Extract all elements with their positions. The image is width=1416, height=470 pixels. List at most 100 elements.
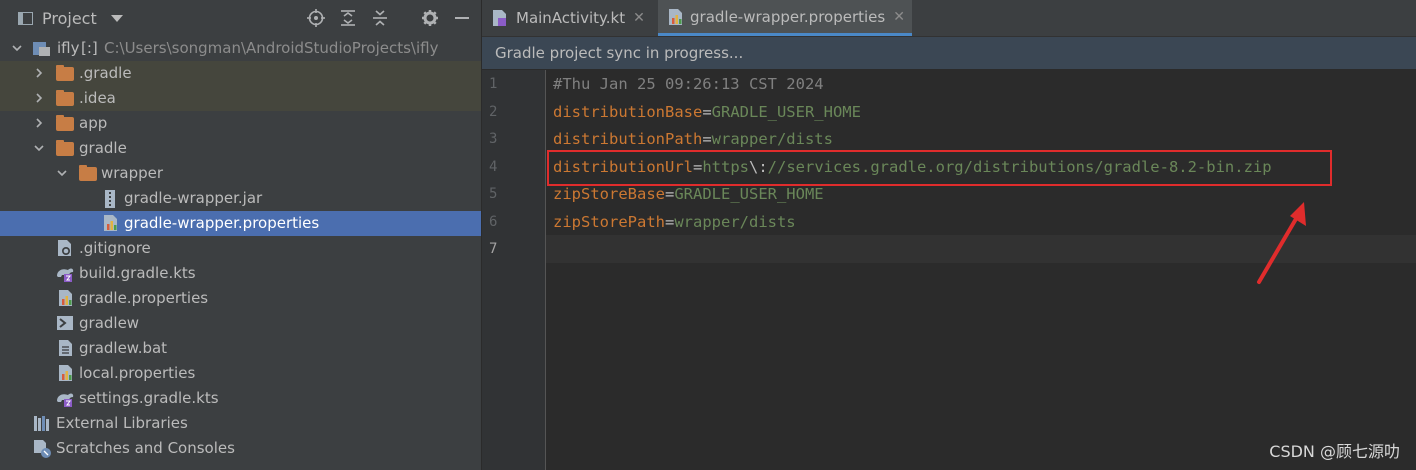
highlight-box [547,150,1332,186]
line-number: 7 [489,241,498,257]
chevron-right-icon[interactable] [34,68,44,78]
tree-item-app[interactable]: app [0,111,481,136]
tree-item-label: local.properties [79,364,196,382]
collapse-all-icon[interactable] [371,9,389,27]
tree-item-gradle[interactable]: gradle [0,136,481,161]
tree-item-label: gradlew [79,314,140,332]
comment: #Thu Jan 25 09:26:13 CST 2024 [553,75,824,93]
code-line: distributionBase=GRADLE_USER_HOME [553,103,861,121]
tree-item-label: .gitignore [79,239,151,257]
project-panel-title: Project [42,9,97,28]
tab-gradle-wrapper-properties[interactable]: gradle-wrapper.properties ✕ [658,0,912,36]
property-value: wrapper/dists [711,130,833,148]
editor-tab-bar: MainActivity.kt ✕ gradle-wrapper.propert… [482,0,1416,37]
tree-item-gitignore[interactable]: .gitignore [0,236,481,261]
folder-icon [79,165,97,181]
tab-label: gradle-wrapper.properties [690,7,886,26]
tree-item-label: .idea [79,89,116,107]
chevron-down-icon[interactable] [12,43,22,53]
line-number: 6 [489,214,498,230]
tree-item-scratches-and-consoles[interactable]: Scratches and Consoles [0,436,481,461]
watermark: CSDN @顾七源叻 [1269,442,1400,461]
gradle-kts-icon [57,393,74,407]
module-marker: [:] [81,39,98,57]
chevron-down-icon [110,15,123,22]
property-value: wrapper/dists [674,213,796,231]
line-number: 4 [489,159,498,175]
text-file-icon [59,340,72,356]
libraries-icon [34,416,49,431]
project-panel: Project ifly [:] C:\Users\songman\Androi… [0,0,481,470]
code-line: zipStorePath=wrapper/dists [553,213,796,231]
tree-item-external-libraries[interactable]: External Libraries [0,411,481,436]
tree-item-label: wrapper [101,164,164,182]
equals-sign: = [664,185,675,203]
sync-banner-text: Gradle project sync in progress... [495,44,744,62]
property-key: zipStoreBase [553,185,665,203]
chevron-down-icon[interactable] [34,143,44,153]
property-value: GRADLE_USER_HOME [674,185,824,203]
locate-file-icon[interactable] [307,9,325,27]
property-value: GRADLE_USER_HOME [711,103,861,121]
chevron-right-icon[interactable] [34,93,44,103]
sync-banner: Gradle project sync in progress... [482,37,1416,69]
chevron-right-icon[interactable] [34,118,44,128]
chevron-down-icon[interactable] [57,168,67,178]
line-number-gutter [482,70,546,470]
equals-sign: = [702,103,712,121]
properties-icon [669,8,682,25]
tree-item-local-properties[interactable]: local.properties [0,361,481,386]
folder-icon [56,90,74,106]
tree-item-label: app [79,114,108,132]
tab-main-activity[interactable]: MainActivity.kt ✕ [492,0,657,36]
tree-item-label: gradlew.bat [79,339,168,357]
tab-label: MainActivity.kt [516,9,626,27]
line-number: 3 [489,131,498,147]
property-key: distributionBase [553,103,703,121]
properties-icon [59,365,72,381]
tree-item-gradle-properties[interactable]: gradle.properties [0,286,481,311]
folder-icon [56,115,74,131]
close-icon[interactable]: ✕ [633,10,645,26]
project-window-icon [18,12,33,25]
tree-item-build-gradle-kts[interactable]: build.gradle.kts [0,261,481,286]
tree-item-label: build.gradle.kts [79,264,196,282]
tree-item-label: gradle-wrapper.properties [124,214,320,232]
tree-item-wrapper[interactable]: wrapper [0,161,481,186]
code-line: #Thu Jan 25 09:26:13 CST 2024 [553,75,824,93]
project-panel-header: Project [0,0,481,36]
project-view-selector[interactable]: Project [18,9,123,28]
property-key: zipStorePath [553,213,665,231]
tree-item-gradle-wrapper-jar[interactable]: gradle-wrapper.jar [0,186,481,211]
properties-icon [104,215,117,231]
scratches-icon [34,440,51,458]
tree-item-ifly[interactable]: ifly [:] C:\Users\songman\AndroidStudioP… [0,36,481,61]
kotlin-file-icon [493,10,506,26]
tree-item-label: External Libraries [56,414,188,432]
tree-item-gradlew-bat[interactable]: gradlew.bat [0,336,481,361]
folder-icon [56,65,74,81]
expand-all-icon[interactable] [339,9,357,27]
close-icon[interactable]: ✕ [893,9,905,25]
code-line: distributionPath=wrapper/dists [553,130,833,148]
tree-item-settings-gradle-kts[interactable]: settings.gradle.kts [0,386,481,411]
tree-item-gradle-wrapper-properties[interactable]: gradle-wrapper.properties [0,211,481,236]
tree-item-label: gradle [79,139,127,157]
project-panel-toolbar [307,9,471,27]
folder-icon [56,140,74,156]
gear-icon[interactable] [421,9,439,27]
minimize-icon[interactable] [453,9,471,27]
tree-item-dot-gradle[interactable]: .gradle [0,61,481,86]
code-line: zipStoreBase=GRADLE_USER_HOME [553,185,824,203]
tree-item-idea[interactable]: .idea [0,86,481,111]
equals-sign: = [702,130,712,148]
project-path: C:\Users\songman\AndroidStudioProjects\i… [104,39,439,57]
tree-item-label: gradle.properties [79,289,209,307]
equals-sign: = [664,213,675,231]
properties-icon [59,290,72,306]
tree-item-gradlew[interactable]: gradlew [0,311,481,336]
tree-item-label: gradle-wrapper.jar [124,189,263,207]
line-number: 5 [489,186,498,202]
tree-item-label: ifly [57,39,80,57]
module-icon [33,42,50,56]
